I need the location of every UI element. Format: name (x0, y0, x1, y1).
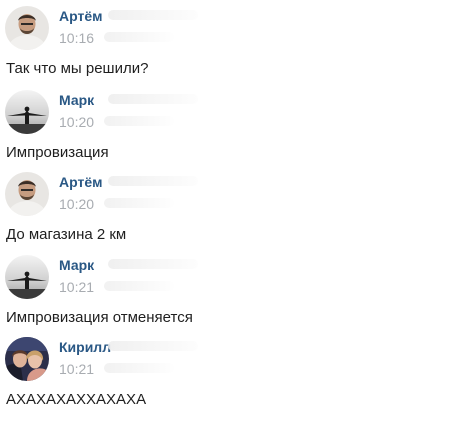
message-text: До магазина 2 км (6, 226, 127, 243)
blurred-region (104, 116, 174, 126)
user-avatar-artem[interactable] (5, 172, 49, 216)
message-time: 10:21 (59, 361, 95, 377)
message-text: Импровизация отменяется (6, 309, 193, 326)
blurred-region (108, 341, 198, 351)
blurred-region (104, 198, 174, 208)
blurred-region (108, 94, 198, 104)
message-time: 10:20 (59, 114, 95, 130)
user-avatar-mark[interactable] (5, 90, 49, 134)
message-item: Марк 10:21 Импровизация отменяется (0, 255, 462, 339)
message-time: 10:20 (59, 196, 95, 212)
message-item: Кирилл 10:21 АХАХАХАХХАХАХА (0, 337, 462, 421)
blurred-region (108, 259, 198, 269)
user-avatar-kirill[interactable] (5, 337, 49, 381)
message-time: 10:16 (59, 30, 95, 46)
message-time: 10:21 (59, 279, 95, 295)
blurred-region (104, 363, 174, 373)
blurred-region (108, 10, 198, 20)
message-item: Марк 10:20 Импровизация (0, 90, 462, 174)
blurred-region (108, 176, 198, 186)
message-author[interactable]: Марк (59, 257, 94, 273)
blurred-region (104, 32, 174, 42)
message-author[interactable]: Артём (59, 174, 102, 190)
user-avatar-mark[interactable] (5, 255, 49, 299)
user-avatar-artem[interactable] (5, 6, 49, 50)
message-item: Артём 10:16 Так что мы решили? (0, 6, 462, 90)
message-item: Артём 10:20 До магазина 2 км (0, 172, 462, 256)
message-text: Так что мы решили? (6, 60, 149, 77)
message-text: Импровизация (6, 144, 109, 161)
chat-history: Артём 10:16 Так что мы решили? Марк 10:2… (0, 0, 462, 424)
message-text: АХАХАХАХХАХАХА (6, 391, 147, 408)
message-author[interactable]: Марк (59, 92, 94, 108)
message-author[interactable]: Артём (59, 8, 102, 24)
blurred-region (104, 281, 174, 291)
message-author[interactable]: Кирилл (59, 339, 111, 355)
